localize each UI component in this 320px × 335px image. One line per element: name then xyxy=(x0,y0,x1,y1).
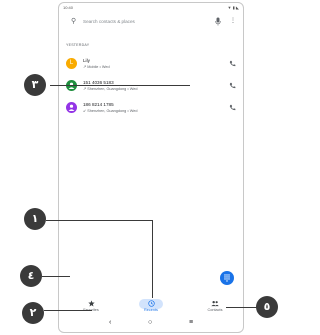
more-options-icon[interactable]: ⋮ xyxy=(230,17,236,24)
callout-badge-3: ٣ xyxy=(24,74,46,96)
search-placeholder: Search contacts & places xyxy=(83,19,135,24)
section-label: YESTERDAY xyxy=(66,43,90,47)
phone-screen: 10:40 ▼ ▮ ◣ ⚲ Search contacts & places ⋮… xyxy=(58,2,244,333)
phone-icon[interactable] xyxy=(229,82,236,89)
callout-leader-4 xyxy=(42,276,70,277)
phone-icon[interactable] xyxy=(229,60,236,67)
system-navigation-bar: ‹ ○ ≡ xyxy=(59,318,243,330)
callout-leader-1 xyxy=(46,220,153,221)
contact-name: Lily xyxy=(83,58,90,63)
back-button[interactable]: ‹ xyxy=(109,319,111,326)
tab-favorites[interactable]: Favorites xyxy=(71,298,111,316)
search-icon: ⚲ xyxy=(71,18,77,25)
recent-call-row[interactable]: 186 8214 1785 ↙ Shenzhen, Guangdong • We… xyxy=(59,99,243,119)
dialpad-button[interactable] xyxy=(220,271,234,285)
avatar: L xyxy=(66,58,77,69)
call-detail: ↗ Shenzhen, Guangdong • Wed xyxy=(83,87,138,91)
recent-call-row[interactable]: L Lily ↗ Mobile • Wed xyxy=(59,55,243,75)
status-time: 10:40 xyxy=(63,5,74,10)
call-detail: ↙ Shenzhen, Guangdong • Wed xyxy=(83,109,138,113)
search-bar[interactable]: ⚲ Search contacts & places ⋮ xyxy=(65,15,237,29)
status-indicators: ▼ ▮ ◣ xyxy=(227,5,239,10)
callout-badge-1: ١ xyxy=(24,208,46,230)
callout-badge-4: ٤ xyxy=(20,265,42,287)
tab-label: Recents xyxy=(144,308,158,312)
callout-leader-2 xyxy=(44,310,92,311)
status-bar: 10:40 ▼ ▮ ◣ xyxy=(59,3,243,12)
people-icon xyxy=(211,300,219,307)
bottom-navigation: Favorites Recents Contacts xyxy=(59,298,243,316)
callout-leader-1-drop xyxy=(152,220,153,298)
clock-icon xyxy=(147,300,155,307)
avatar-letter: L xyxy=(69,60,74,66)
callout-badge-2: ٢ xyxy=(22,302,44,324)
person-icon xyxy=(68,104,75,111)
home-button[interactable]: ○ xyxy=(148,319,152,326)
mic-icon[interactable] xyxy=(215,17,221,26)
contact-name: 186 8214 1785 xyxy=(83,102,114,107)
tab-label: Contacts xyxy=(207,308,223,312)
callout-badge-5: ٥ xyxy=(256,296,278,318)
callout-leader-5 xyxy=(226,307,258,308)
phone-icon[interactable] xyxy=(229,104,236,111)
call-detail: ↗ Mobile • Wed xyxy=(83,65,110,69)
tab-recents[interactable]: Recents xyxy=(131,298,171,316)
callout-leader-3 xyxy=(50,85,190,86)
recent-call-row[interactable]: 151 4036 5183 ↗ Shenzhen, Guangdong • We… xyxy=(59,77,243,97)
star-icon xyxy=(87,300,95,307)
overview-button[interactable]: ≡ xyxy=(189,319,193,326)
avatar xyxy=(66,102,77,113)
dialpad-icon xyxy=(224,274,230,282)
